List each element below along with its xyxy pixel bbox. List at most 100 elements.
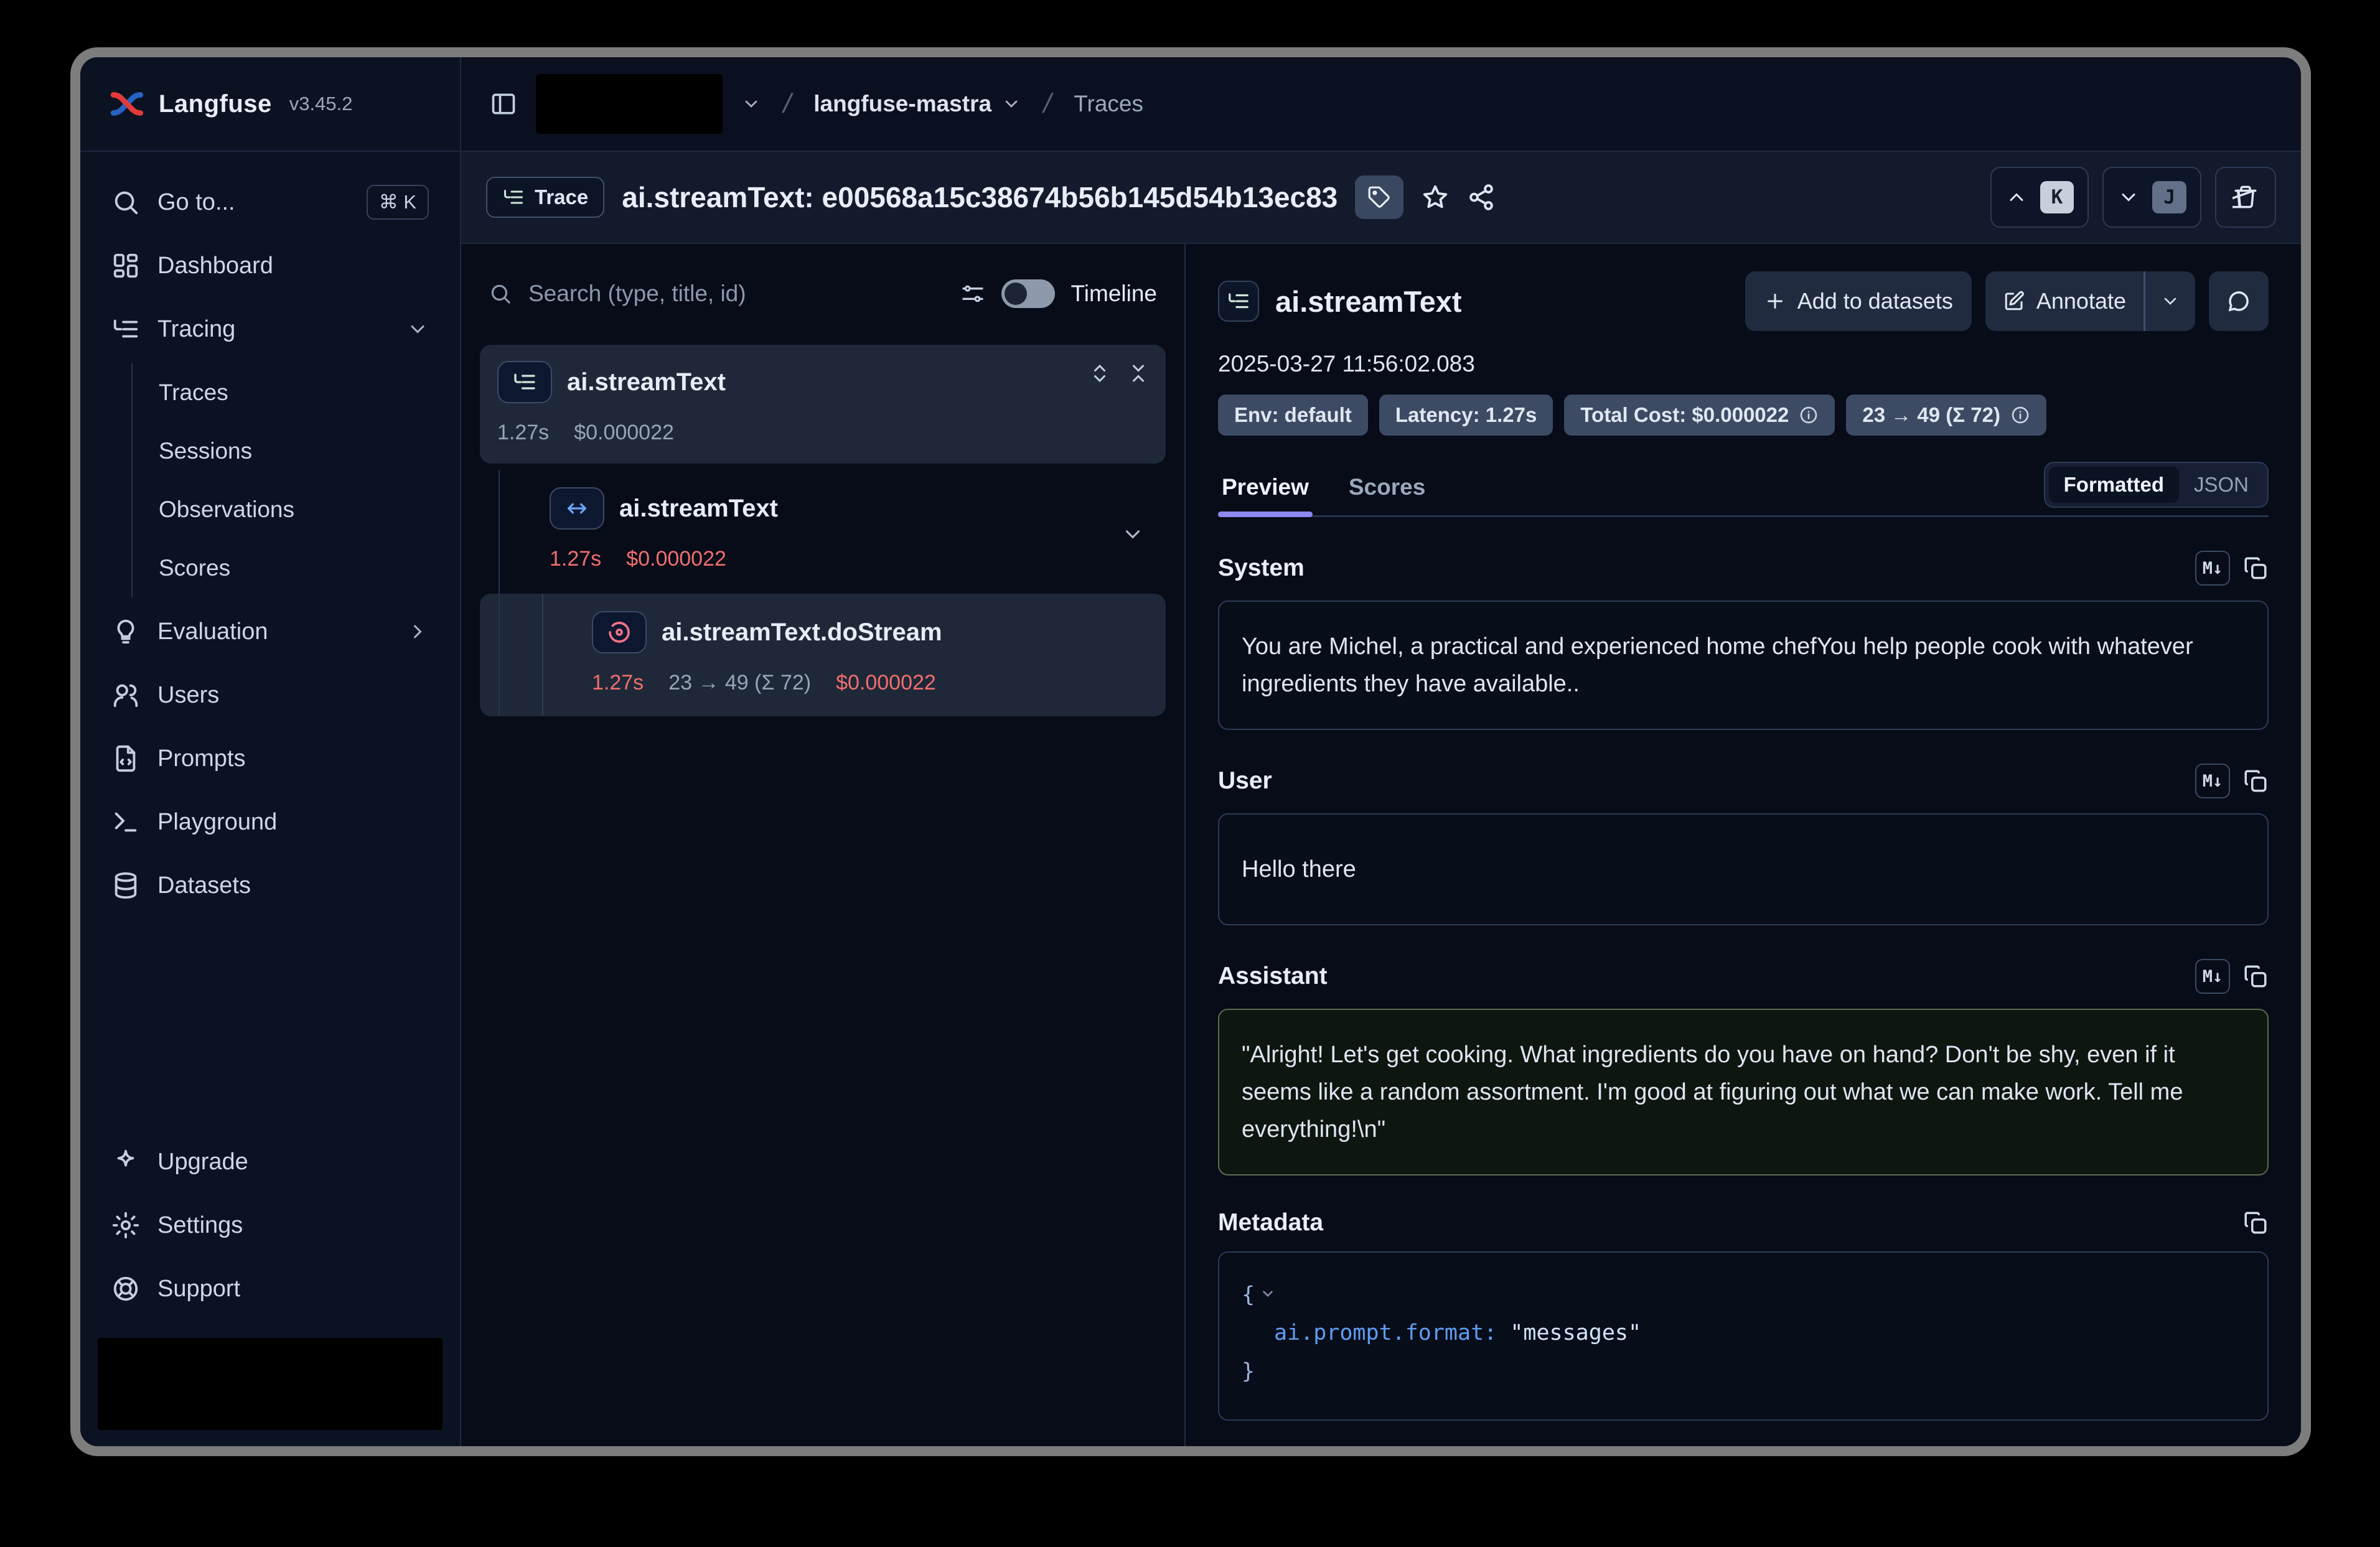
share-icon[interactable]: [1467, 183, 1496, 212]
detail-trace-badge: [1218, 281, 1259, 322]
env-badge-label: Env: default: [1234, 403, 1352, 427]
system-heading: System: [1218, 554, 1305, 582]
kbd-k: K: [2040, 181, 2074, 213]
copy-icon[interactable]: [2242, 1210, 2269, 1236]
tracing-label: Tracing: [157, 316, 235, 343]
tree-node-span[interactable]: ai.streamText 1.27s $0.000022: [480, 470, 1166, 589]
sparkle-icon: [111, 1147, 140, 1176]
star-icon[interactable]: [1421, 183, 1450, 212]
tree-node-root[interactable]: ai.streamText 1.27s $0.000022: [480, 345, 1166, 464]
sidebar-item-playground[interactable]: Playground: [95, 790, 445, 854]
users-icon: [111, 681, 140, 709]
json-open-brace: {: [1242, 1283, 1255, 1307]
chevron-down-icon[interactable]: [741, 94, 761, 114]
trace-actions: K J: [1990, 167, 2276, 228]
sidebar-item-traces[interactable]: Traces: [133, 363, 445, 422]
comments-button[interactable]: [2209, 271, 2269, 331]
markdown-toggle-button[interactable]: M↓: [2195, 959, 2230, 994]
total-cost-badge-label: Total Cost: $0.000022: [1580, 403, 1789, 427]
sessions-label: Sessions: [159, 438, 252, 464]
redacted-org-name[interactable]: [536, 74, 723, 134]
token-usage-badge: 23 → 49 (Σ 72): [1846, 395, 2046, 436]
tab-preview[interactable]: Preview: [1218, 474, 1313, 515]
timeline-toggle[interactable]: [1001, 279, 1055, 308]
traces-label: Traces: [159, 380, 228, 406]
generation-node-badge: [592, 611, 647, 653]
info-icon[interactable]: [1799, 405, 1819, 425]
markdown-toggle-button[interactable]: M↓: [2195, 551, 2230, 586]
chevron-right-icon: [406, 620, 429, 643]
trace-tree-panel: Timeline ai.streamText: [461, 244, 1186, 1446]
timeline-label: Timeline: [1071, 281, 1157, 307]
sidebar-item-evaluation[interactable]: Evaluation: [95, 600, 445, 663]
info-icon[interactable]: [2010, 405, 2030, 425]
detail-actions: Add to datasets Annotate: [1745, 271, 2269, 331]
sidebar-item-users[interactable]: Users: [95, 663, 445, 727]
evaluation-label: Evaluation: [157, 619, 268, 645]
sidebar-item-support[interactable]: Support: [95, 1257, 445, 1320]
prev-trace-button[interactable]: K: [1990, 167, 2089, 228]
goto-label: Go to...: [157, 189, 235, 216]
expand-all-icon[interactable]: [1089, 362, 1111, 385]
copy-icon[interactable]: [2242, 555, 2269, 581]
detail-header: ai.streamText Add to datasets Annotate: [1218, 271, 2269, 331]
breadcrumb-section[interactable]: Traces: [1074, 91, 1143, 117]
span-cost: $0.000022: [626, 547, 726, 571]
tree-node-generation[interactable]: ai.streamText.doStream 1.27s 23 → 49 (Σ …: [480, 594, 1166, 716]
sidebar-item-observations[interactable]: Observations: [133, 480, 445, 539]
trash-icon: [2232, 184, 2259, 210]
json-key: ai.prompt.format:: [1274, 1320, 1497, 1345]
users-label: Users: [157, 682, 219, 709]
sidebar-item-sessions[interactable]: Sessions: [133, 422, 445, 480]
trace-timestamp: 2025-03-27 11:56:02.083: [1218, 351, 2269, 377]
langfuse-logo-icon: [109, 86, 145, 122]
sidebar-item-dashboard[interactable]: Dashboard: [95, 234, 445, 297]
annotate-dropdown-button[interactable]: [2145, 271, 2195, 331]
json-line-entry: ai.prompt.format: "messages": [1242, 1314, 2245, 1352]
sidebar-item-scores[interactable]: Scores: [133, 539, 445, 597]
sidebar-item-goto[interactable]: Go to... ⌘ K: [95, 171, 445, 234]
annotate-button[interactable]: Annotate: [1985, 271, 2143, 331]
tracing-subnav: Traces Sessions Observations Scores: [131, 363, 445, 597]
sidebar: Langfuse v3.45.2 Go to... ⌘ K Dashboard …: [80, 57, 461, 1446]
trace-type-badge: Trace: [486, 177, 604, 218]
delete-trace-button[interactable]: [2215, 167, 2276, 228]
panel-left-icon[interactable]: [490, 90, 517, 118]
tree-search-input[interactable]: [528, 281, 944, 307]
gear-icon: [111, 1211, 140, 1240]
tab-scores[interactable]: Scores: [1345, 474, 1429, 515]
logo-row: Langfuse v3.45.2: [80, 57, 460, 152]
observations-label: Observations: [159, 497, 294, 523]
sidebar-item-datasets[interactable]: Datasets: [95, 854, 445, 917]
collapse-all-icon[interactable]: [1127, 362, 1150, 385]
json-close-brace: }: [1242, 1359, 1255, 1384]
sidebar-item-settings[interactable]: Settings: [95, 1194, 445, 1257]
chevron-down-icon[interactable]: [1121, 522, 1145, 546]
chevron-down-icon: [406, 318, 429, 340]
sidebar-item-tracing[interactable]: Tracing: [95, 297, 445, 361]
list-tree-icon: [1227, 289, 1250, 313]
breadcrumb-project[interactable]: langfuse-mastra: [813, 91, 1021, 117]
section-name: Traces: [1074, 91, 1143, 117]
copy-icon[interactable]: [2242, 768, 2269, 794]
format-chip-formatted[interactable]: Formatted: [2049, 467, 2179, 503]
chevron-down-icon: [2160, 291, 2180, 311]
add-to-datasets-button[interactable]: Add to datasets: [1745, 271, 1972, 331]
prompts-label: Prompts: [157, 745, 245, 772]
format-chip-json[interactable]: JSON: [2179, 467, 2264, 503]
markdown-toggle-button[interactable]: M↓: [2195, 764, 2230, 798]
sidebar-item-upgrade[interactable]: Upgrade: [95, 1130, 445, 1194]
app-name: Langfuse: [159, 90, 272, 118]
user-message-box: Hello there: [1218, 813, 2269, 925]
tracing-icon: [111, 315, 140, 344]
trace-tree: ai.streamText 1.27s $0.000022: [480, 345, 1166, 716]
app-window: Langfuse v3.45.2 Go to... ⌘ K Dashboard …: [70, 47, 2311, 1456]
tag-button[interactable]: [1355, 175, 1403, 219]
copy-icon[interactable]: [2242, 963, 2269, 989]
sidebar-item-prompts[interactable]: Prompts: [95, 727, 445, 790]
json-line-close: }: [1242, 1353, 2245, 1391]
json-collapse-icon[interactable]: [1260, 1286, 1276, 1302]
filter-settings-icon[interactable]: [960, 281, 985, 306]
next-trace-button[interactable]: J: [2102, 167, 2201, 228]
trace-node-badge: [497, 361, 552, 403]
